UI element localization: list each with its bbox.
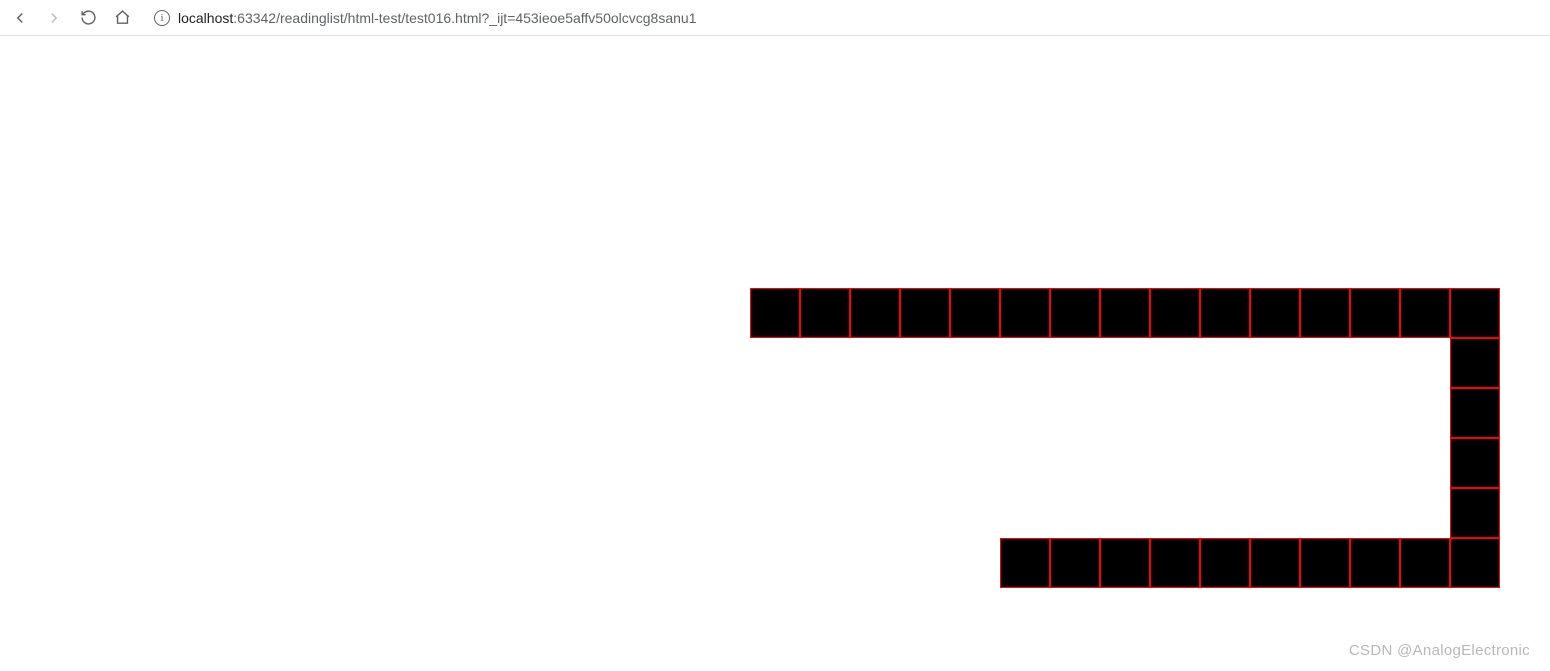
grid-cell xyxy=(1000,538,1050,588)
grid-cell xyxy=(1200,288,1250,338)
grid-cell xyxy=(900,288,950,338)
grid-cell xyxy=(1350,538,1400,588)
grid-cell xyxy=(1450,388,1500,438)
grid-cell xyxy=(1150,288,1200,338)
grid-cell xyxy=(1300,288,1350,338)
grid-cell xyxy=(750,288,800,338)
grid-cell xyxy=(1450,288,1500,338)
grid-cell xyxy=(1450,338,1500,388)
grid-cell xyxy=(1400,288,1450,338)
grid-cell xyxy=(1350,288,1400,338)
grid-cell xyxy=(1450,538,1500,588)
grid-cell xyxy=(1250,538,1300,588)
reload-button[interactable] xyxy=(78,8,98,28)
grid-cell xyxy=(1050,538,1100,588)
grid-cell xyxy=(1400,538,1450,588)
url-text: localhost:63342/readinglist/html-test/te… xyxy=(178,10,696,26)
grid-cell xyxy=(1000,288,1050,338)
grid-cell xyxy=(1450,488,1500,538)
grid-cell xyxy=(1300,538,1350,588)
grid-cell xyxy=(1050,288,1100,338)
grid-cell xyxy=(850,288,900,338)
browser-toolbar: i localhost:63342/readinglist/html-test/… xyxy=(0,0,1550,36)
grid-cell xyxy=(950,288,1000,338)
home-button[interactable] xyxy=(112,8,132,28)
page-content xyxy=(0,36,1550,671)
url-host: localhost xyxy=(178,10,233,26)
grid-cell xyxy=(1200,538,1250,588)
grid-cell xyxy=(1100,538,1150,588)
site-info-icon[interactable]: i xyxy=(154,10,170,26)
back-button[interactable] xyxy=(10,8,30,28)
grid-cell xyxy=(1100,288,1150,338)
grid-cell xyxy=(1250,288,1300,338)
grid-cell xyxy=(1150,538,1200,588)
address-bar[interactable]: i localhost:63342/readinglist/html-test/… xyxy=(154,10,1540,26)
watermark: CSDN @AnalogElectronic xyxy=(1349,642,1530,659)
forward-button[interactable] xyxy=(44,8,64,28)
url-path: :63342/readinglist/html-test/test016.htm… xyxy=(233,10,696,26)
grid-cell xyxy=(800,288,850,338)
grid-cell xyxy=(1450,438,1500,488)
